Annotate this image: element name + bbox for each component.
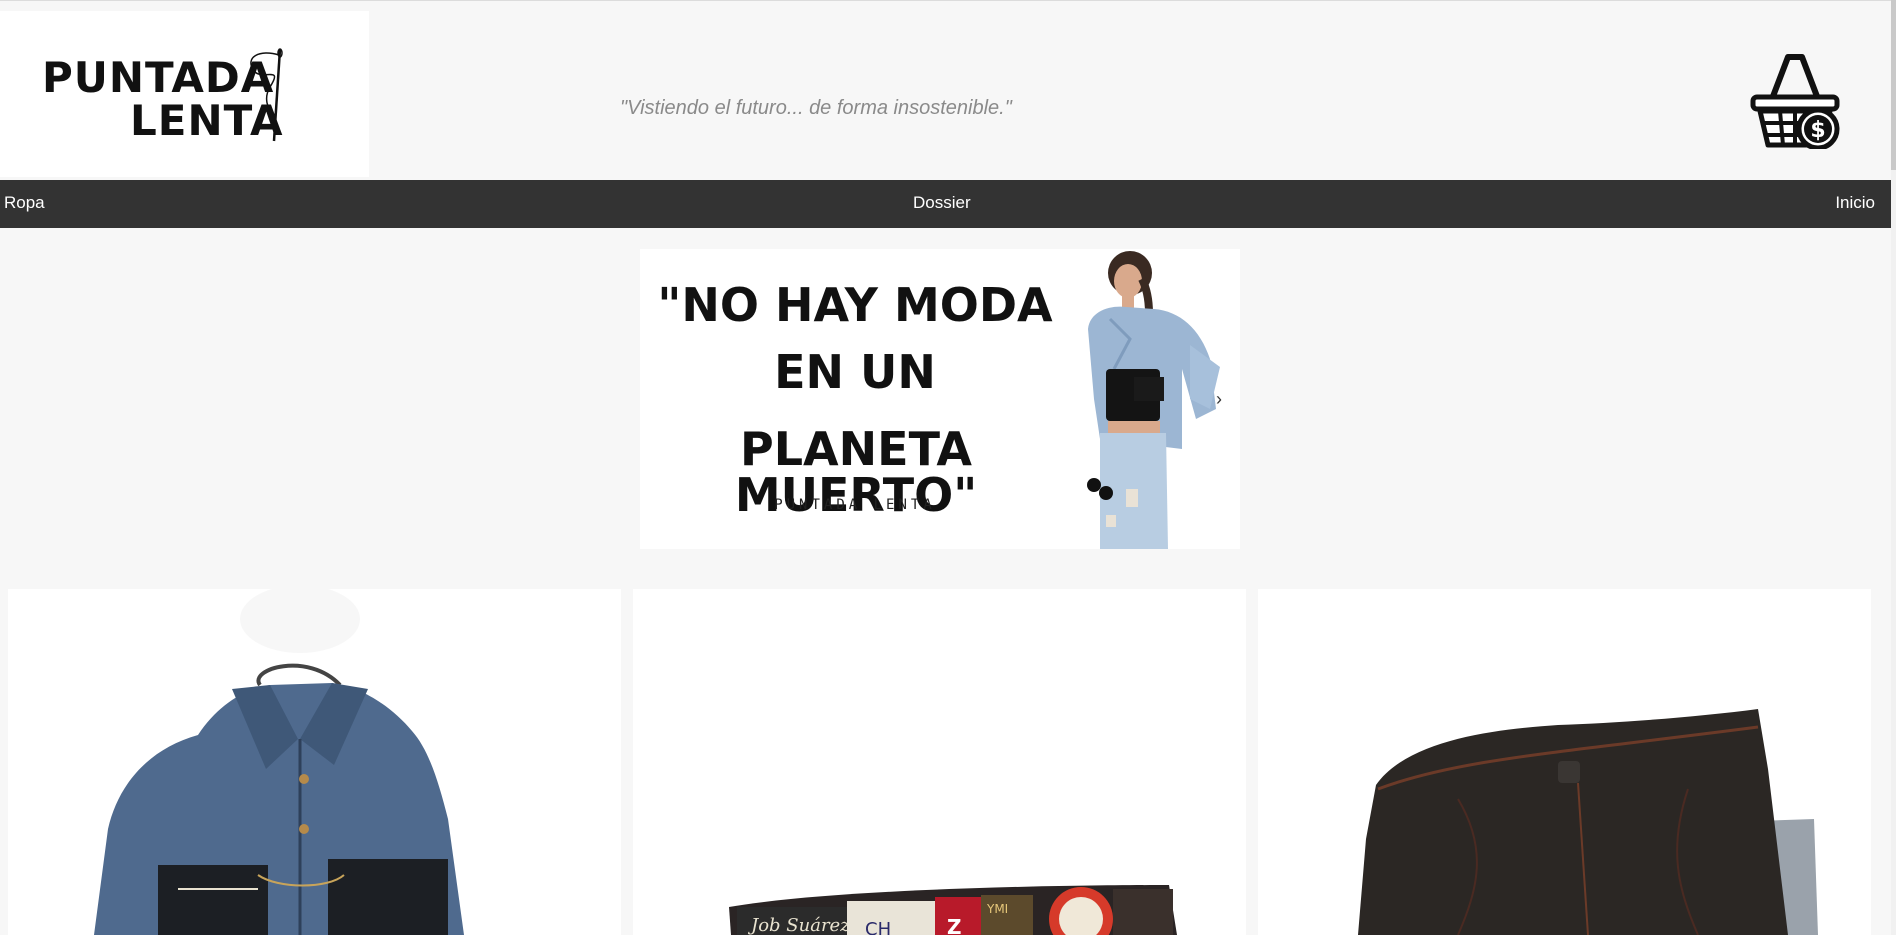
patchwork-labels-image: Job Suárez CH Z YMI: [729, 885, 1177, 935]
product-card-patchwork[interactable]: Job Suárez CH Z YMI: [633, 589, 1246, 935]
dark-jeans-image: [1358, 709, 1818, 935]
hero-banner[interactable]: "NO HAY MODA EN UN PLANETA MUERTO" PUNTA…: [640, 249, 1240, 549]
shopping-basket-dollar-icon: $: [1750, 54, 1840, 151]
main-navbar: Ropa Dossier Inicio: [0, 180, 1891, 228]
top-border: [0, 0, 1891, 1]
nav-dossier-link[interactable]: Dossier: [913, 193, 971, 213]
needle-thread-icon: [250, 48, 283, 142]
site-logo[interactable]: PUNTADA LENTA: [0, 11, 369, 177]
svg-text:YMI: YMI: [986, 902, 1008, 916]
banner-quote-line1: "NO HAY MODA: [657, 278, 1053, 332]
denim-jacket-image: [94, 589, 464, 935]
nav-ropa-link[interactable]: Ropa: [4, 193, 45, 213]
product-card-dark-jeans[interactable]: [1258, 589, 1871, 935]
svg-text:CH: CH: [865, 919, 891, 935]
chevron-right-icon[interactable]: ›: [1216, 389, 1222, 410]
banner-brand: PUNTADA LENTA: [774, 497, 936, 513]
banner-quote-line2: EN UN: [774, 345, 936, 399]
svg-text:Z: Z: [947, 915, 962, 935]
scrollbar-thumb[interactable]: [1891, 0, 1896, 170]
svg-text:$: $: [1810, 118, 1825, 143]
page-scrollbar[interactable]: [1891, 0, 1896, 935]
svg-text:Job Suárez: Job Suárez: [747, 915, 850, 935]
cart-button[interactable]: $: [1750, 53, 1840, 151]
banner-model-image: [1087, 251, 1220, 549]
tagline: "Vistiendo el futuro... de forma insoste…: [620, 97, 1012, 119]
product-card-denim-jacket[interactable]: [8, 589, 621, 935]
nav-inicio-link[interactable]: Inicio: [1835, 193, 1875, 213]
